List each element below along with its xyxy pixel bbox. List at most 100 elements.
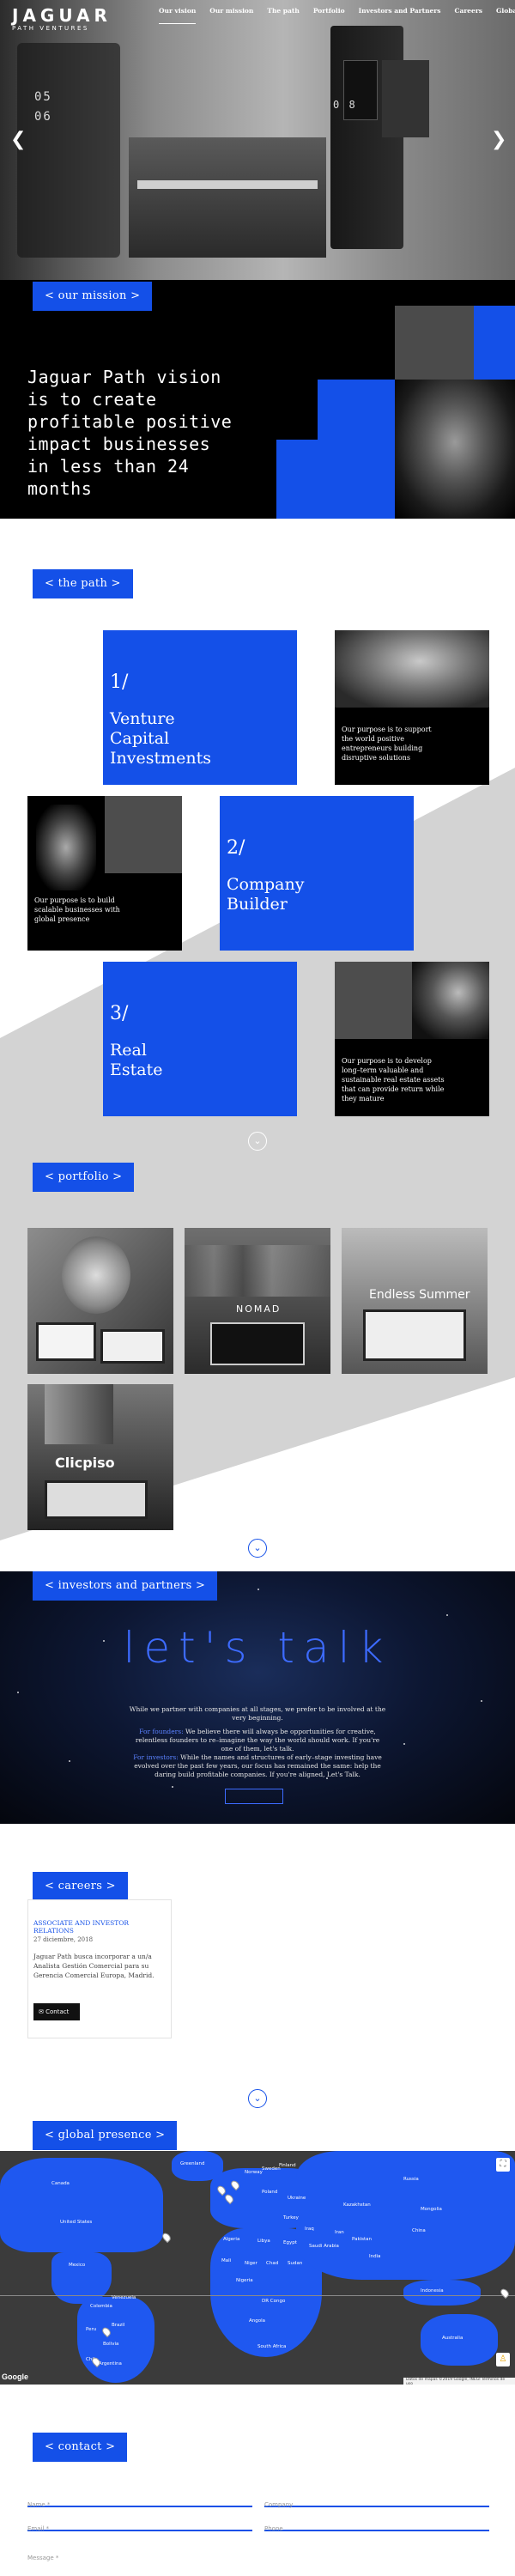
map-label: Argentina [99, 2361, 122, 2366]
scroll-down-icon[interactable]: ⌄ [248, 1539, 267, 1558]
nav-careers[interactable]: Careers [455, 7, 483, 24]
map-label: Greenland [180, 2161, 205, 2166]
mail-icon: ✉ [39, 2008, 44, 2015]
hero-pod-right [330, 26, 403, 249]
path-title: Company Builder [227, 875, 305, 914]
logo[interactable]: JAGUAR [12, 5, 112, 26]
path-desc: Our purpose is to build scalable busines… [34, 896, 120, 923]
desktop-mockup [363, 1309, 466, 1361]
contact-button[interactable]: ✉ Contact [33, 2003, 80, 2020]
path-real-estate-tile[interactable]: 3/ Real Estate [103, 962, 297, 1116]
nav-portfolio[interactable]: Portfolio [313, 7, 345, 24]
portfolio-item-1[interactable] [27, 1228, 173, 1374]
investors-founders: For founders: We believe there will alwa… [135, 1728, 380, 1753]
clicpiso-logo: Clicpiso [55, 1455, 115, 1471]
map-label: Algeria [223, 2237, 240, 2242]
map-label: Iraq [305, 2227, 314, 2232]
map-label: Iran [335, 2230, 344, 2235]
company-field[interactable]: Company [264, 2494, 489, 2508]
map-label: Colombia [90, 2304, 112, 2309]
path-number: 3/ [110, 1003, 129, 1024]
job-title[interactable]: ASSOCIATE AND INVESTOR RELATIONS [33, 1919, 171, 1935]
mission-blue-block [318, 380, 395, 440]
map-label: China [412, 2228, 426, 2233]
portfolio-item-clicpiso[interactable]: Clicpiso [27, 1384, 173, 1530]
job-card: ASSOCIATE AND INVESTOR RELATIONS 27 dici… [27, 1899, 172, 2038]
portfolio-item-nomad[interactable]: NOMAD [185, 1228, 330, 1374]
nav-global-presence[interactable]: Global presence [496, 7, 515, 24]
map-label: Sudan [288, 2261, 303, 2266]
lets-talk-title: let's talk [123, 1623, 392, 1673]
email-field[interactable]: Email * [27, 2518, 252, 2532]
nav-investors-partners[interactable]: Investors and Partners [359, 7, 441, 24]
grey-square [105, 796, 182, 873]
mission-grey-square [395, 306, 474, 380]
laptop-mockup [36, 1322, 96, 1361]
path-company-builder-tile[interactable]: 2/ Company Builder [220, 796, 414, 951]
investors-tag: < investors and partners > [33, 1571, 218, 1601]
path-real-estate-desc-tile: Our purpose is to develop long–term valu… [335, 962, 489, 1116]
jaguar-image [395, 380, 515, 519]
path-desc: Our purpose is to support the world posi… [342, 726, 432, 762]
job-date: 27 diciembre, 2018 [33, 1936, 94, 1943]
map-label: Niger [245, 2261, 258, 2266]
map-label: Canada [52, 2181, 70, 2186]
path-venture-capital-tile[interactable]: 1/ Venture Capital Investments [103, 630, 297, 785]
job-description: Jaguar Path busca incorporar a un/a Anal… [33, 1953, 154, 1979]
map-label: DR Congo [262, 2299, 286, 2304]
map-label: Australia [442, 2336, 464, 2341]
map-attribution[interactable]: Datos de mapas ©2019 Google, INEGI Térmi… [403, 2378, 515, 2385]
message-field[interactable]: Message * [27, 2547, 489, 2573]
path-tag: < the path > [33, 569, 133, 598]
fullscreen-icon[interactable]: ⛶ [496, 2158, 510, 2172]
street-view-icon[interactable]: ♙ [496, 2353, 510, 2366]
lets-talk-button[interactable] [225, 1789, 283, 1804]
mission-statement: Jaguar Path vision is to create profitab… [27, 367, 233, 499]
map-label: Indonesia [421, 2288, 444, 2293]
path-number: 1/ [110, 671, 129, 693]
map-label: Brazil [112, 2323, 125, 2328]
map-label: Poland [262, 2190, 278, 2195]
nav-our-vision[interactable]: Our vision [159, 7, 197, 24]
location-pin-icon[interactable] [161, 2231, 173, 2244]
portrait-image [62, 1236, 130, 1314]
map-label: Angola [249, 2318, 266, 2324]
hero-digits: 0 8 [333, 99, 357, 111]
nav-the-path[interactable]: The path [267, 7, 299, 24]
investors-intro: While we partner with companies at all s… [129, 1705, 386, 1722]
slider-prev-arrow-icon[interactable]: ❮ [10, 129, 26, 150]
nomad-logo: NOMAD [236, 1303, 282, 1315]
map-label: Kazakhstan [343, 2202, 371, 2208]
location-pin-icon[interactable] [499, 2287, 511, 2300]
contact-tag: < contact > [33, 2433, 128, 2462]
investors-investors: For investors: While the names and struc… [133, 1753, 382, 1778]
scroll-down-icon[interactable]: ⌄ [248, 2089, 267, 2108]
laptop-mockup [45, 1480, 148, 1519]
phone-field[interactable]: Phone [264, 2518, 489, 2532]
hero-pod-left [17, 43, 120, 258]
map-label: Chad [266, 2261, 279, 2266]
hero-digits: 06 [34, 110, 52, 124]
map-label: Peru [86, 2327, 97, 2332]
slider-next-arrow-icon[interactable]: ❯ [491, 129, 506, 150]
map-label: India [369, 2254, 381, 2259]
name-field[interactable]: Name * [27, 2494, 252, 2508]
palm-image [412, 962, 489, 1039]
path-company-desc-tile: Our purpose is to build scalable busines… [27, 796, 182, 951]
map-label: Nigeria [236, 2278, 253, 2283]
nav-our-mission[interactable]: Our mission [209, 7, 253, 24]
world-map[interactable]: Canada United States Mexico Brazil Peru … [0, 2151, 515, 2385]
map-label: United States [60, 2220, 93, 2225]
scroll-down-icon[interactable]: ⌄ [248, 1132, 267, 1151]
desktop-mockup [210, 1322, 305, 1365]
central-america [52, 2252, 112, 2304]
map-label: Ukraine [288, 2196, 306, 2201]
city-image [185, 1245, 330, 1297]
south-america [77, 2297, 154, 2383]
portfolio-item-endless-summer[interactable]: Endless Summer [342, 1228, 488, 1374]
map-label: Mexico [69, 2263, 86, 2268]
hero-shelf [129, 137, 326, 258]
laptop-mockup [100, 1329, 165, 1364]
map-label: Mali [221, 2258, 232, 2263]
map-label: Turkey [283, 2215, 299, 2221]
